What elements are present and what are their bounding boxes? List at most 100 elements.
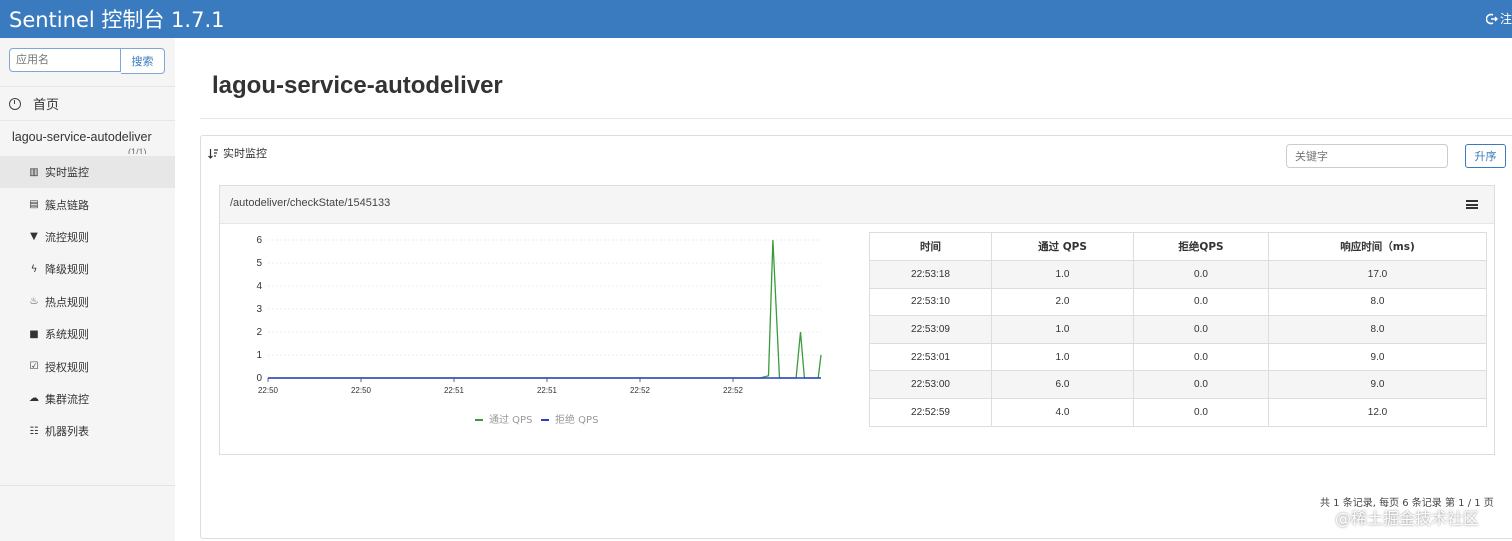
sidebar-item-0[interactable]: ▥ 实时监控 xyxy=(0,156,175,189)
list-icon: ▤ xyxy=(29,199,39,211)
sidebar-item-7[interactable]: ☁ 集群流控 xyxy=(0,383,175,415)
table-cell: 0.0 xyxy=(1133,315,1269,344)
sidebar-item-label: 流控规则 xyxy=(45,230,89,244)
menu-divider xyxy=(0,485,175,486)
table-row: 22:53:01 1.0 0.0 9.0 xyxy=(869,342,1487,372)
clock-icon xyxy=(9,97,21,110)
column-header[interactable]: 响应时间（ms) xyxy=(1268,232,1487,261)
page-title: lagou-service-autodeliver xyxy=(212,72,503,99)
app-menu: ▥ 实时监控 ▤ 簇点链路 ▼ 流控规则 ϟ 降级规则 ♨ 热点规则 ■ 系统规则 ☑ 授权规则 ☁ 集群流控… xyxy=(0,156,175,448)
table-cell: 8.0 xyxy=(1268,287,1487,317)
home-label: 首页 xyxy=(33,98,60,113)
app-search: 搜索 xyxy=(9,48,165,74)
sort-amount-icon xyxy=(208,148,218,159)
title-divider xyxy=(200,118,1512,119)
table-cell: 22:53:09 xyxy=(869,315,992,344)
fire-icon: ♨ xyxy=(29,296,39,308)
sidebar-item-3[interactable]: ϟ 降级规则 xyxy=(0,253,175,285)
sidebar-item-4[interactable]: ♨ 热点规则 xyxy=(0,286,175,318)
lock-icon: ■ xyxy=(29,328,39,340)
sign-out-icon xyxy=(1485,13,1498,24)
table-cell: 8.0 xyxy=(1268,315,1487,344)
table-cell: 22:52:59 xyxy=(869,397,992,427)
table-cell: 0.0 xyxy=(1133,260,1269,289)
table-cell: 22:53:18 xyxy=(869,260,992,289)
keyword-input[interactable] xyxy=(1286,144,1448,168)
x-tick-label: 22:51 xyxy=(537,386,558,395)
logout-label: 注 xyxy=(1499,12,1512,26)
app-title[interactable]: Sentinel 控制台 1.7.1 xyxy=(9,4,224,34)
panel-title: 实时监控 xyxy=(223,147,267,160)
y-tick-label: 3 xyxy=(256,304,262,315)
logout-link[interactable]: 注 xyxy=(1485,10,1512,27)
sidebar: 搜索 首页 lagou-service-autodeliver (1/1) ▥ 实… xyxy=(0,38,175,541)
bolt-icon: ϟ xyxy=(30,263,38,275)
table-cell: 4.0 xyxy=(991,397,1134,427)
y-tick-label: 6 xyxy=(256,235,262,246)
y-tick-label: 1 xyxy=(256,350,262,361)
metrics-table: 时间 通过 QPS 拒绝QPS 响应时间（ms) 22:53:18 1.0 0.0 17.0… xyxy=(869,232,1487,427)
sidebar-item-label: 实时监控 xyxy=(45,166,89,180)
table-cell: 1.0 xyxy=(991,260,1134,289)
sidebar-item-label: 簇点链路 xyxy=(45,198,89,212)
x-tick-label: 22:50 xyxy=(258,386,279,395)
sidebar-item-label: 降级规则 xyxy=(45,263,89,277)
sidebar-item-label: 授权规则 xyxy=(45,360,89,374)
column-header[interactable]: 拒绝QPS xyxy=(1133,232,1269,261)
column-header[interactable]: 通过 QPS xyxy=(991,232,1134,261)
table-cell: 1.0 xyxy=(991,315,1134,344)
y-tick-label: 0 xyxy=(256,373,262,384)
table-cell: 9.0 xyxy=(1268,370,1487,399)
table-header-row: 时间 通过 QPS 拒绝QPS 响应时间（ms) xyxy=(869,232,1487,261)
table-cell: 22:53:01 xyxy=(869,342,992,372)
resource-name: /autodeliver/checkState/1545133 xyxy=(230,197,391,209)
table-cell: 12.0 xyxy=(1268,397,1487,427)
sidebar-item-8[interactable]: ☷ 机器列表 xyxy=(0,415,175,447)
app-search-input[interactable] xyxy=(9,48,121,72)
bar-chart-icon: ▥ xyxy=(29,166,39,178)
sidebar-item-home[interactable]: 首页 xyxy=(0,86,175,121)
app-search-button[interactable]: 搜索 xyxy=(121,48,165,74)
table-cell: 0.0 xyxy=(1133,397,1269,427)
y-tick-label: 5 xyxy=(256,258,262,269)
column-header[interactable]: 时间 xyxy=(869,232,992,261)
table-cell: 0.0 xyxy=(1133,370,1269,399)
table-cell: 0.0 xyxy=(1133,287,1269,317)
sidebar-item-label: 热点规则 xyxy=(45,295,89,309)
table-cell: 17.0 xyxy=(1268,260,1487,289)
table-row: 22:52:59 4.0 0.0 12.0 xyxy=(869,397,1487,427)
sidebar-item-label: 系统规则 xyxy=(45,328,89,342)
sidebar-item-6[interactable]: ☑ 授权规则 xyxy=(0,350,175,382)
table-cell: 1.0 xyxy=(991,342,1134,372)
sort-button[interactable]: 升序 xyxy=(1465,144,1506,168)
resource-card-header xyxy=(220,186,1494,224)
sidebar-item-1[interactable]: ▤ 簇点链路 xyxy=(0,188,175,220)
panel-header: 实时监控 xyxy=(208,145,267,161)
table-cell: 6.0 xyxy=(991,370,1134,399)
grid-list-icon: ☷ xyxy=(29,425,39,437)
sidebar-item-5[interactable]: ■ 系统规则 xyxy=(0,318,175,350)
top-navbar: Sentinel 控制台 1.7.1 注 xyxy=(0,0,1512,38)
legend-label: 通过 QPS xyxy=(489,413,532,426)
table-cell: 22:53:10 xyxy=(869,287,992,317)
sidebar-item-2[interactable]: ▼ 流控规则 xyxy=(0,221,175,253)
check-square-icon: ☑ xyxy=(29,361,39,373)
filter-icon: ▼ xyxy=(30,231,38,243)
y-tick-label: 2 xyxy=(256,327,262,338)
table-row: 22:53:10 2.0 0.0 8.0 xyxy=(869,287,1487,317)
table-row: 22:53:18 1.0 0.0 17.0 xyxy=(869,260,1487,289)
x-tick-label: 22:52 xyxy=(723,386,744,395)
sidebar-item-label: 机器列表 xyxy=(45,425,89,439)
table-cell: 9.0 xyxy=(1268,342,1487,372)
legend-label: 拒绝 QPS xyxy=(555,413,598,426)
app-group-name[interactable]: lagou-service-autodeliver xyxy=(12,130,152,144)
x-tick-label: 22:50 xyxy=(351,386,372,395)
watermark: @稀土掘金技术社区 xyxy=(1335,509,1480,528)
cloud-icon: ☁ xyxy=(29,393,39,405)
table-cell: 2.0 xyxy=(991,287,1134,317)
menu-icon[interactable] xyxy=(1466,200,1478,209)
x-tick-label: 22:51 xyxy=(444,386,465,395)
qps-line-chart: 0 1 2 3 4 5 6 22:50 22:50 22:51 22:51 22:52 22:52 通过 … xyxy=(256,235,822,426)
table-cell: 22:53:00 xyxy=(869,370,992,399)
app-machine-count: (1/1) xyxy=(128,147,147,154)
